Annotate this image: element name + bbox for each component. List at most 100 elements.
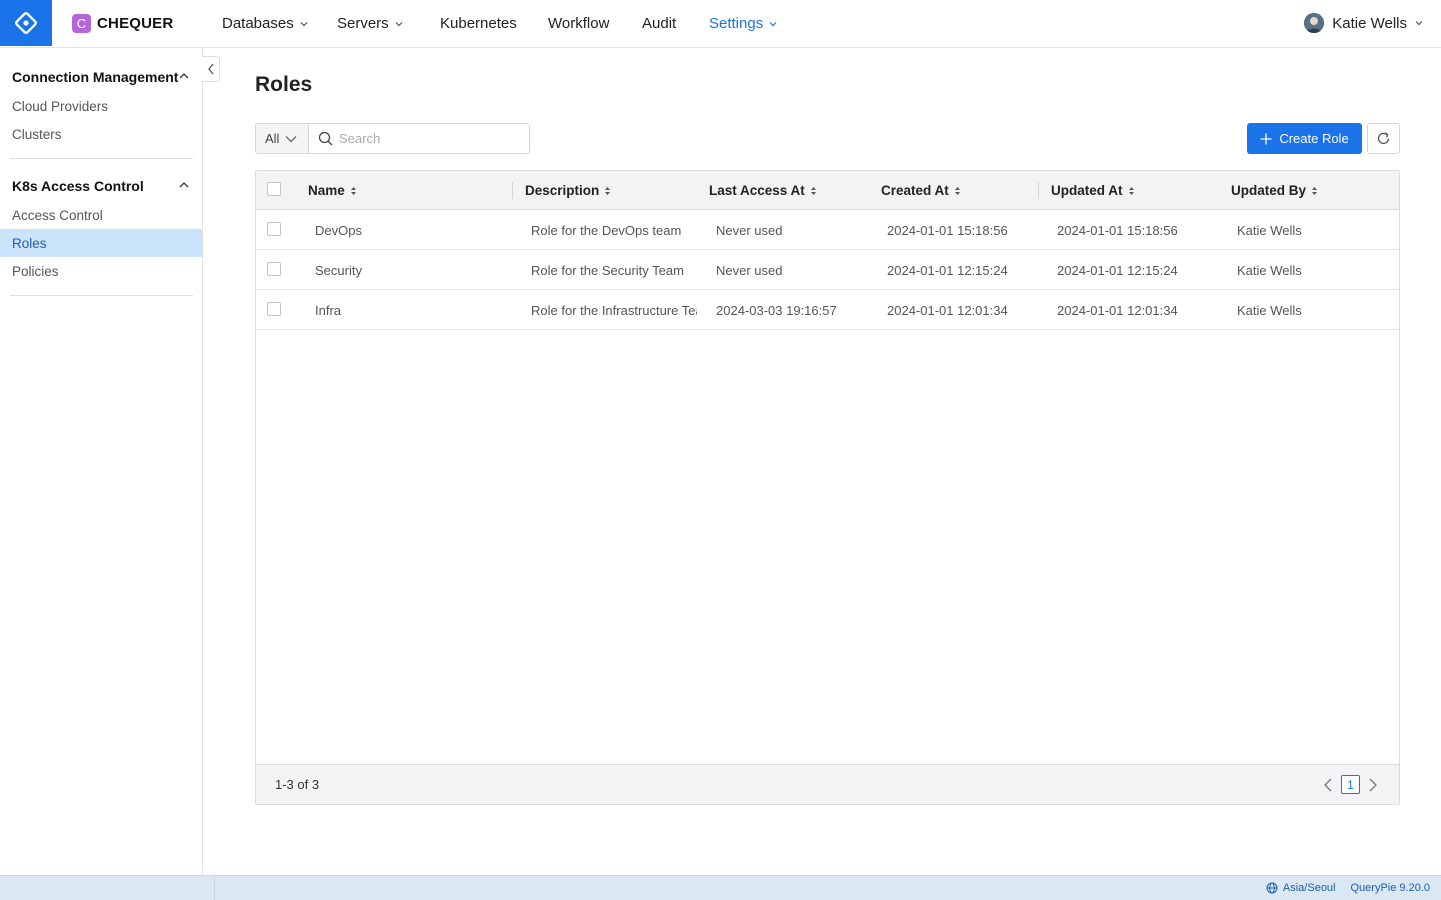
search-box[interactable] [308,123,530,154]
sidebar-collapse-button[interactable] [202,56,220,82]
column-resize-handle[interactable] [512,182,513,199]
cell-updated-at: 2024-01-01 15:18:56 [1057,223,1178,238]
sidebar-item-label: Policies [12,263,59,279]
column-header-name[interactable]: Name [308,183,357,198]
timezone-label: Asia/Seoul [1282,882,1336,894]
cell-updated-by: Katie Wells [1237,303,1302,318]
sidebar-item-roles[interactable]: Roles [0,229,202,257]
sort-icon [954,186,960,195]
section-title-connection-management[interactable]: Connection Management [12,69,178,85]
chevron-down-icon [1415,21,1423,26]
chevron-up-icon[interactable] [178,70,190,82]
chevron-down-icon [769,21,777,26]
column-resize-handle[interactable] [1038,182,1039,199]
column-header-updated-by[interactable]: Updated By [1231,183,1318,198]
sort-icon [605,186,611,195]
cell-name: Security [315,263,362,278]
nav-servers[interactable]: Servers [337,15,403,32]
top-nav-bar: C CHEQUER Databases Servers Kubernetes W… [0,0,1441,48]
sidebar-item-policies[interactable]: Policies [0,257,202,285]
cell-created-at: 2024-01-01 15:18:56 [887,223,1008,238]
status-bar: Asia/Seoul QueryPie 9.20.0 [0,875,1441,900]
user-menu[interactable]: Katie Wells [1304,13,1423,33]
search-icon [318,131,333,146]
plus-icon [1260,133,1272,144]
nav-servers-label: Servers [337,15,389,32]
filter-select[interactable]: All [255,123,309,154]
cell-last-access: 2024-03-03 19:16:57 [716,303,837,318]
sidebar-item-label: Cloud Providers [12,98,109,114]
chevron-up-icon[interactable] [178,179,190,191]
avatar [1304,13,1325,33]
chevron-right-icon[interactable] [1367,777,1379,793]
nav-audit[interactable]: Audit [642,15,676,32]
sort-icon [1128,186,1134,195]
chevron-down-icon [395,21,403,26]
refresh-button[interactable] [1367,123,1400,154]
table-row[interactable]: DevOps Role for the DevOps team Never us… [256,210,1399,250]
chevron-down-icon [300,21,308,26]
sidebar-divider [10,158,193,159]
cell-last-access: Never used [716,223,783,238]
org-name: CHEQUER [97,15,174,32]
org-switcher[interactable]: C CHEQUER [72,14,173,33]
sidebar-item-cloud-providers[interactable]: Cloud Providers [0,92,202,120]
status-divider [214,876,215,900]
nav-workflow-label: Workflow [548,15,610,32]
page-number-button[interactable]: 1 [1341,775,1360,794]
create-role-button[interactable]: Create Role [1247,123,1362,154]
row-checkbox[interactable] [267,302,281,316]
querypie-logo[interactable] [0,0,52,46]
row-checkbox[interactable] [267,222,281,236]
sort-icon [350,186,356,195]
nav-settings-label: Settings [709,15,764,32]
cell-updated-at: 2024-01-01 12:01:34 [1057,303,1178,318]
sidebar-item-label: Roles [12,235,47,251]
chevron-left-icon[interactable] [1322,777,1334,793]
table-row[interactable]: Infra Role for the Infrastructure Team 2… [256,290,1399,330]
nav-audit-label: Audit [642,15,677,32]
column-header-description[interactable]: Description [525,183,611,198]
org-badge: C [72,14,91,33]
globe-icon [1266,882,1278,894]
timezone-indicator[interactable]: Asia/Seoul [1266,882,1336,894]
nav-databases-label: Databases [222,15,294,32]
column-header-updated-at[interactable]: Updated At [1051,183,1135,198]
nav-workflow[interactable]: Workflow [548,15,609,32]
sidebar-item-clusters[interactable]: Clusters [0,120,202,148]
section-title-k8s-access-control[interactable]: K8s Access Control [12,178,144,194]
sidebar-item-label: Clusters [12,126,62,142]
cell-description: Role for the Infrastructure Team [531,303,697,318]
nav-databases[interactable]: Databases [222,15,308,32]
select-all-checkbox[interactable] [267,182,281,196]
sidebar-item-access-control[interactable]: Access Control [0,201,202,229]
page-title: Roles [255,73,313,96]
roles-table: Name Description Last Access At Created … [255,170,1400,805]
cell-last-access: Never used [716,263,783,278]
nav-settings[interactable]: Settings [709,15,777,32]
chevron-down-icon [286,135,297,142]
chevron-left-icon [207,63,214,75]
search-input[interactable] [339,131,519,146]
row-checkbox[interactable] [267,262,281,276]
version-label: QueryPie 9.20.0 [1350,882,1431,894]
table-footer: 1-3 of 3 1 [256,764,1399,804]
refresh-icon [1377,132,1390,145]
cell-description: Role for the DevOps team [531,223,682,238]
cell-updated-by: Katie Wells [1237,263,1302,278]
column-label: Updated By [1231,183,1307,198]
sidebar-divider [10,295,193,296]
nav-kubernetes[interactable]: Kubernetes [440,15,517,32]
column-label: Name [308,183,345,198]
status-info: Asia/Seoul QueryPie 9.20.0 [1266,882,1430,894]
column-label: Last Access At [709,183,805,198]
user-avatar-icon [1304,13,1325,33]
column-header-last-access-at[interactable]: Last Access At [709,183,817,198]
table-row[interactable]: Security Role for the Security Team Neve… [256,250,1399,290]
cell-created-at: 2024-01-01 12:15:24 [887,263,1008,278]
nav-kubernetes-label: Kubernetes [440,15,517,32]
cell-name: DevOps [315,223,362,238]
filter-value: All [265,131,280,146]
column-header-created-at[interactable]: Created At [881,183,961,198]
cell-name: Infra [315,303,342,318]
